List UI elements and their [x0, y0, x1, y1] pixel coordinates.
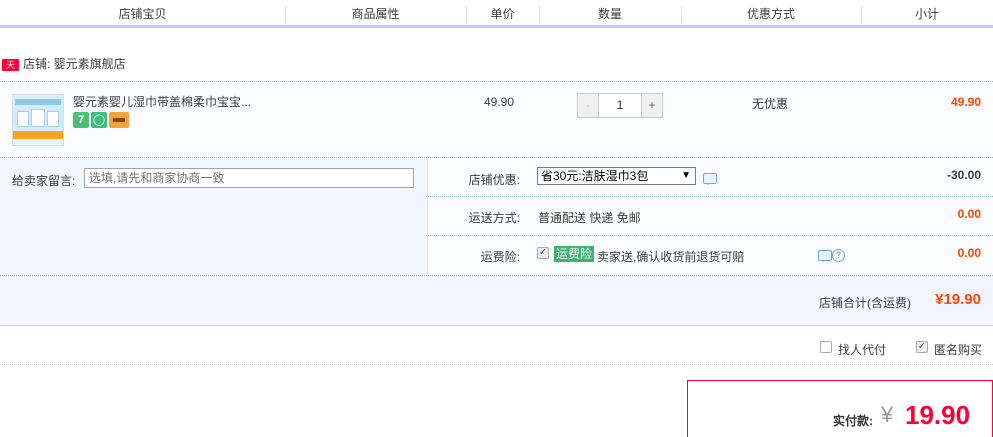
- thumbnail-pack: [17, 111, 29, 127]
- shop-coupon-amount: -30.00: [946, 168, 981, 182]
- credit-card-icon[interactable]: [109, 112, 129, 128]
- thumbnail-pack: [31, 109, 45, 127]
- shop-line: 天猫店铺: 婴元素旗舰店: [2, 55, 126, 82]
- seven-days-return-icon[interactable]: 7: [73, 112, 89, 128]
- service-icons: 7 ◯: [73, 112, 131, 130]
- discount-method: 无优惠: [752, 97, 789, 111]
- options-row-divider: [428, 196, 993, 197]
- payment-currency: ¥: [881, 402, 894, 427]
- options-row-divider: [428, 235, 993, 236]
- payment-amount: 19.90: [905, 400, 971, 430]
- chat-icon[interactable]: [818, 250, 832, 262]
- bag-icon[interactable]: ◯: [91, 112, 107, 128]
- anonymous-purchase-label[interactable]: 匿名购买: [934, 341, 982, 358]
- shop-total-label: 店铺合计(含运费): [819, 296, 911, 310]
- shop-name[interactable]: 店铺: 婴元素旗舰店: [23, 57, 126, 71]
- thumbnail-banner: [15, 99, 61, 105]
- payment-label: 实付款:: [833, 414, 873, 428]
- thumbnail-strip: [13, 131, 63, 139]
- options-divider: [427, 158, 428, 276]
- shop-coupon-label: 店铺优惠:: [468, 173, 520, 187]
- dropdown-arrow-icon: ▼: [681, 170, 691, 181]
- col-header-price: 单价: [490, 7, 515, 21]
- thumbnail-pack: [47, 111, 59, 127]
- tmall-icon: 天猫: [2, 58, 19, 82]
- shipping-insurance-amount: 0.00: [957, 246, 981, 260]
- col-header-discount: 优惠方式: [746, 7, 795, 21]
- shipping-insurance-tag: 运费险: [554, 246, 595, 262]
- shop-coupon-value: 省30元:洁肤湿巾3包: [541, 169, 649, 183]
- item-subtotal: 49.90: [950, 95, 981, 109]
- shipping-insurance-text: 卖家送,确认收货前退货可赔: [597, 250, 745, 264]
- shop-total-amount: ¥19.90: [935, 291, 981, 308]
- product-title-link[interactable]: 婴元素婴儿湿巾带盖棉柔巾宝宝...: [73, 93, 263, 110]
- col-header-subtotal: 小计: [914, 7, 939, 21]
- quantity-minus-button[interactable]: -: [578, 94, 599, 117]
- shipping-method-label: 运送方式:: [468, 211, 520, 225]
- quantity-plus-button[interactable]: +: [641, 94, 662, 117]
- shipping-amount: 0.00: [957, 207, 981, 221]
- shipping-insurance-label: 运费险:: [480, 250, 520, 264]
- col-header-attributes: 商品属性: [351, 7, 400, 21]
- shipping-method-value: 普通配送 快递 免邮: [538, 211, 641, 225]
- quantity-stepper: - 1 +: [577, 93, 663, 118]
- seller-message-label: 给卖家留言:: [12, 174, 76, 188]
- proxy-pay-label[interactable]: 找人代付: [838, 341, 886, 358]
- col-header-quantity: 数量: [597, 7, 622, 21]
- anonymous-purchase-checkbox[interactable]: ✓: [916, 341, 928, 353]
- help-icon[interactable]: ?: [832, 249, 845, 262]
- chat-icon[interactable]: [703, 173, 717, 185]
- quantity-input[interactable]: 1: [599, 94, 641, 117]
- seller-message-input[interactable]: [84, 168, 414, 188]
- shop-coupon-select[interactable]: 省30元:洁肤湿巾3包 ▼: [537, 167, 696, 185]
- proxy-pay-checkbox[interactable]: [820, 341, 832, 353]
- shipping-insurance-checkbox[interactable]: ✓: [537, 247, 549, 259]
- col-header-shop-item: 店铺宝贝: [118, 7, 167, 21]
- unit-price: 49.90: [484, 95, 515, 109]
- product-thumbnail[interactable]: [12, 94, 64, 146]
- cart-header: 店铺宝贝 商品属性 单价 数量 优惠方式 小计: [0, 0, 993, 28]
